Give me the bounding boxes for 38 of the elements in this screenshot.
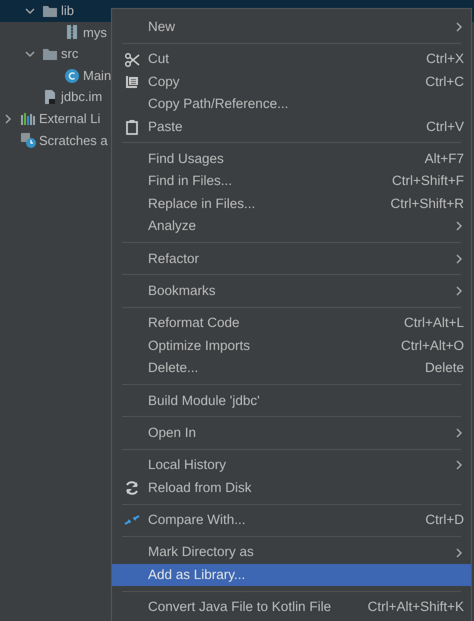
menu-item[interactable]: New xyxy=(112,16,471,38)
libraries-icon xyxy=(20,110,36,127)
tree-item-label[interactable]: src xyxy=(61,44,78,64)
menu-item[interactable]: Compare With... Ctrl+D xyxy=(112,509,471,532)
menu-item[interactable]: Convert Java File to Kotlin File Ctrl+Alt+Shift+K xyxy=(112,596,471,619)
file-icon xyxy=(42,89,58,106)
menu-item[interactable]: Find in Files... Ctrl+Shift+F xyxy=(112,170,471,193)
menu-item[interactable]: Add as Library... xyxy=(112,564,471,586)
tree-item-label[interactable]: Scratches a xyxy=(39,130,108,150)
menu-item[interactable]: Cut Ctrl+X xyxy=(112,48,471,71)
tree-item-label[interactable]: lib xyxy=(61,1,74,21)
menu-item[interactable]: Copy Path/Reference... xyxy=(112,93,471,116)
scissors-icon xyxy=(124,52,140,68)
menu-item[interactable]: Analyze xyxy=(112,215,471,238)
menu-item[interactable]: Optimize Imports Ctrl+Alt+O xyxy=(112,334,471,358)
clipboard-icon xyxy=(124,118,140,135)
menu-item[interactable]: Delete... Delete xyxy=(112,357,471,380)
menu-item[interactable]: Bookmarks xyxy=(112,280,471,302)
menu-item[interactable]: Find Usages Alt+F7 xyxy=(112,148,471,170)
menu-item[interactable]: Build Module 'jdbc' xyxy=(112,389,471,412)
menu-item[interactable]: Refactor xyxy=(112,248,471,270)
class-icon xyxy=(64,68,80,84)
menu-item[interactable]: Reload from Disk xyxy=(112,476,471,500)
menu-item[interactable]: Copy Ctrl+C xyxy=(112,70,471,94)
tree-item-label[interactable]: jdbc.im xyxy=(61,87,102,107)
menu-item[interactable]: Paste Ctrl+V xyxy=(112,116,471,138)
scratches-icon xyxy=(20,132,36,148)
menu-item[interactable]: Local History xyxy=(112,454,471,477)
reload-icon xyxy=(124,480,140,496)
tree-item-label[interactable]: mys xyxy=(83,22,107,42)
menu-item[interactable]: Reformat Code Ctrl+Alt+L xyxy=(112,312,471,335)
menu-item[interactable]: Open In xyxy=(112,422,471,444)
archive-icon xyxy=(64,24,80,40)
menu-item[interactable]: Mark Directory as xyxy=(112,541,471,564)
menu-item[interactable]: Replace in Files... Ctrl+Shift+R xyxy=(112,192,471,216)
tree-item-label[interactable]: Main xyxy=(83,66,112,86)
copy-icon xyxy=(124,74,140,90)
tree-item-label[interactable]: External Li xyxy=(39,109,100,129)
